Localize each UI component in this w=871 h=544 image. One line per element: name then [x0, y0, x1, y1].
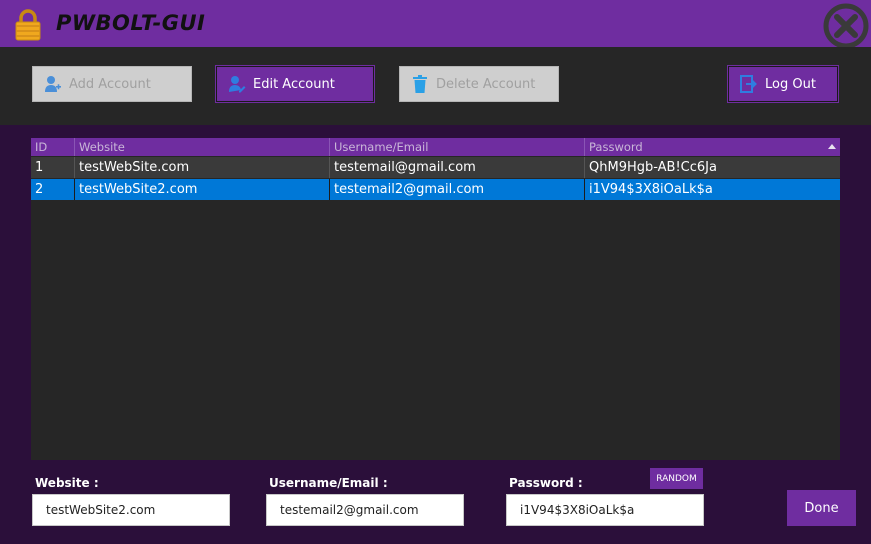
accounts-table: ID Website Username/Email Password 1 tes…	[31, 138, 840, 460]
password-input[interactable]: i1V94$3X8iOaLk$a	[506, 494, 704, 526]
delete-account-button[interactable]: Delete Account	[399, 66, 559, 102]
cell-username: testemail@gmail.com	[330, 157, 585, 178]
logout-icon	[739, 74, 759, 94]
log-out-button[interactable]: Log Out	[727, 65, 839, 103]
cell-website: testWebSite.com	[75, 157, 330, 178]
cell-username: testemail2@gmail.com	[330, 179, 585, 200]
column-header-website[interactable]: Website	[75, 138, 330, 156]
website-input[interactable]: testWebSite2.com	[32, 494, 230, 526]
close-icon[interactable]	[822, 2, 870, 50]
done-button[interactable]: Done	[787, 490, 856, 526]
add-user-icon	[43, 74, 63, 94]
app-title: PWBOLT-GUI	[56, 11, 206, 35]
toolbar: Add Account Edit Account Delete Account …	[0, 47, 871, 125]
cell-password: QhM9Hgb-AB!Cc6Ja	[589, 160, 717, 175]
random-password-button[interactable]: RANDOM	[650, 468, 703, 489]
cell-password: i1V94$3X8iOaLk$a	[589, 182, 713, 197]
cell-website: testWebSite2.com	[75, 179, 330, 200]
username-input[interactable]: testemail2@gmail.com	[266, 494, 464, 526]
column-header-id[interactable]: ID	[31, 138, 75, 156]
add-account-label: Add Account	[69, 76, 151, 92]
edit-account-button[interactable]: Edit Account	[215, 65, 375, 103]
cell-id: 1	[31, 157, 75, 178]
cell-id: 2	[31, 179, 75, 200]
website-label: Website :	[35, 476, 99, 490]
sort-ascending-icon	[828, 144, 836, 149]
password-label: Password :	[509, 476, 583, 490]
table-row[interactable]: 1 testWebSite.com testemail@gmail.com Qh…	[31, 157, 840, 178]
edit-user-icon	[227, 74, 247, 94]
add-account-button[interactable]: Add Account	[32, 66, 192, 102]
title-bar: PWBOLT-GUI	[0, 0, 871, 50]
trash-icon	[410, 74, 430, 94]
column-header-username[interactable]: Username/Email	[330, 138, 585, 156]
app-window: PWBOLT-GUI Add Account Edit Account Dele…	[0, 0, 871, 544]
username-label: Username/Email :	[269, 476, 388, 490]
padlock-icon	[15, 9, 41, 41]
table-row-selected[interactable]: 2 testWebSite2.com testemail2@gmail.com …	[31, 179, 840, 200]
table-header: ID Website Username/Email Password	[31, 138, 840, 156]
column-header-password[interactable]: Password	[585, 138, 840, 156]
log-out-label: Log Out	[765, 76, 816, 92]
edit-account-label: Edit Account	[253, 76, 335, 92]
delete-account-label: Delete Account	[436, 76, 536, 92]
